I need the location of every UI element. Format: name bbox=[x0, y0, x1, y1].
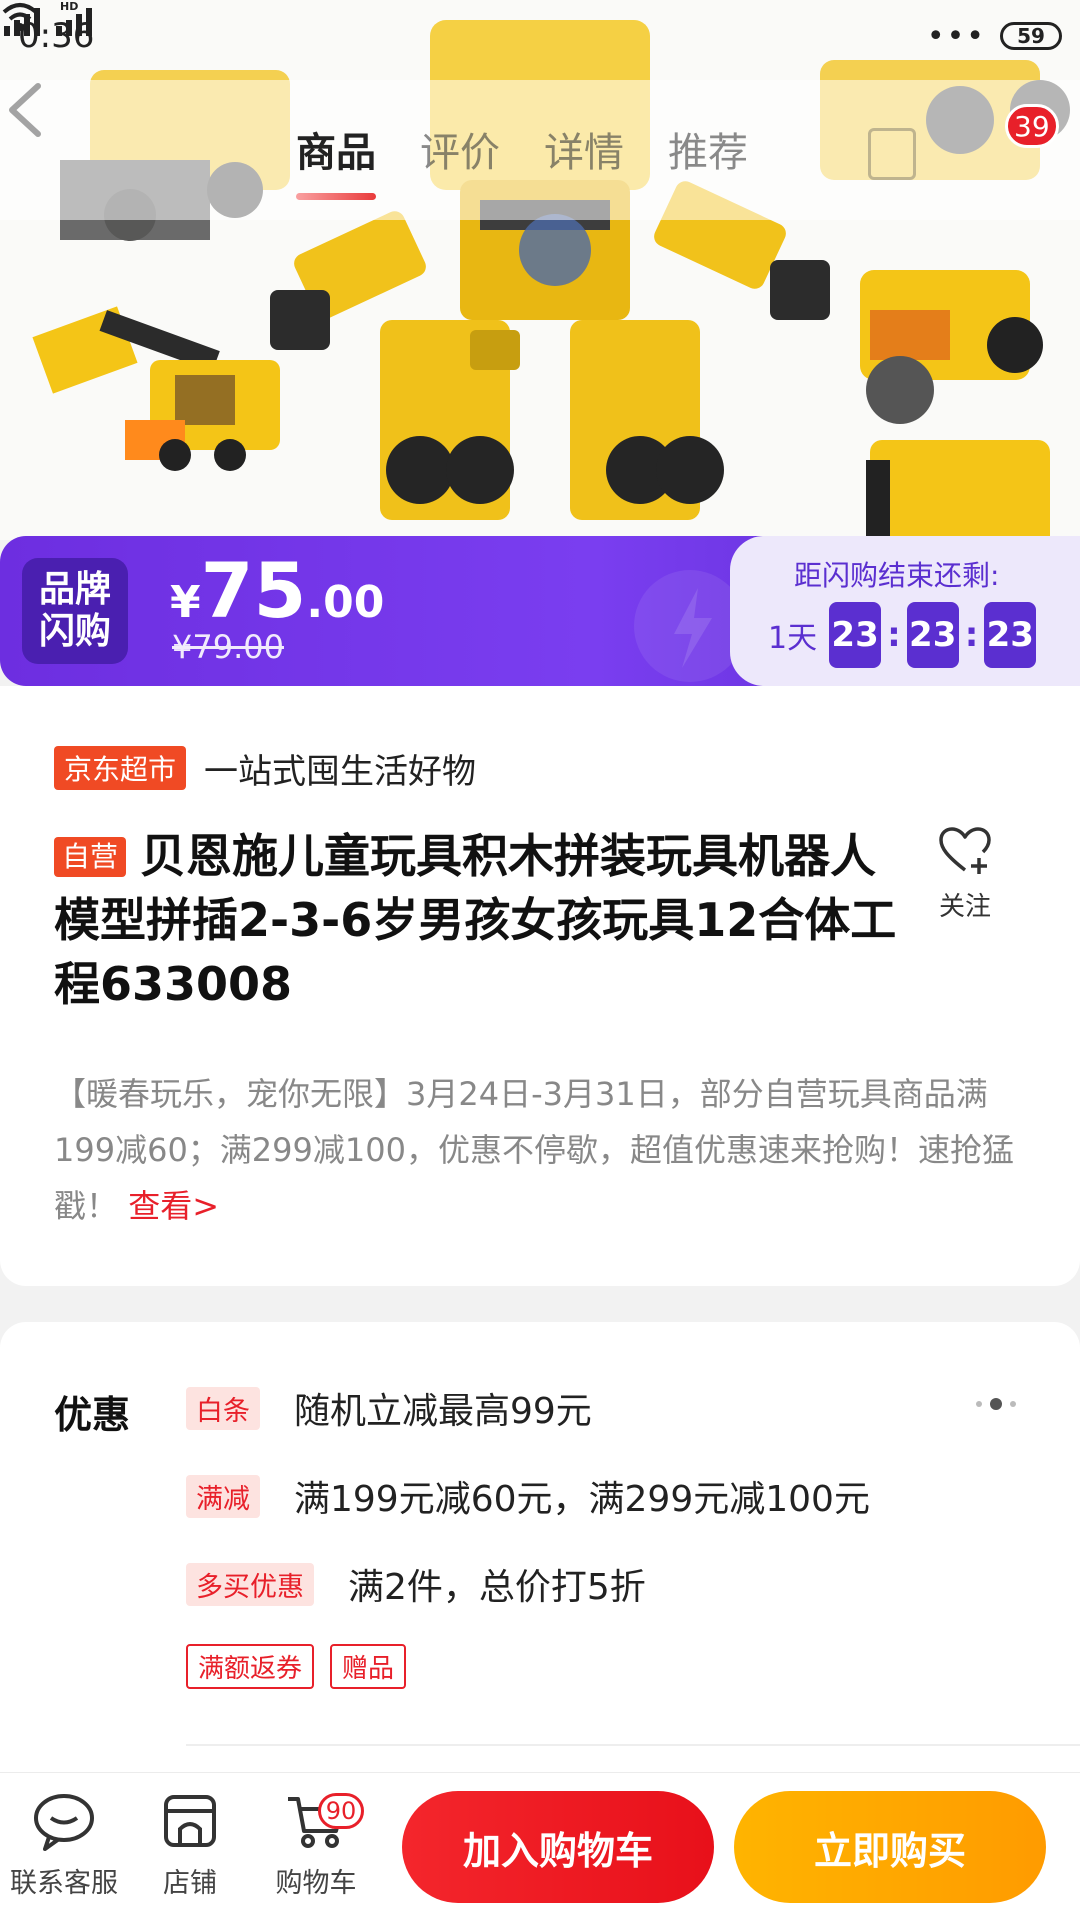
countdown-seconds: 23 bbox=[984, 602, 1037, 668]
more-options-icon[interactable] bbox=[976, 1398, 1016, 1410]
countdown-minutes: 23 bbox=[906, 602, 959, 668]
flash-logo-line1: 品牌 bbox=[38, 569, 111, 610]
product-info-card: 京东超市 一站式囤生活好物 自营 贝恩施儿童玩具积木拼装玩具机器人模型拼插2-3-… bbox=[0, 686, 1080, 1286]
chat-bubble-icon bbox=[34, 1794, 94, 1851]
brand-flash-logo: 品牌 闪购 bbox=[22, 558, 128, 664]
gift-tag: 赠品 bbox=[330, 1644, 407, 1689]
product-title-text: 贝恩施儿童玩具积木拼装玩具机器人模型拼插2-3-6岁男孩女孩玩具12合体工程63… bbox=[54, 829, 897, 1011]
coupon-return-tag: 满额返券 bbox=[186, 1644, 315, 1689]
tab-details[interactable]: 详情 bbox=[544, 120, 624, 178]
divider bbox=[186, 1744, 1080, 1746]
discount-tag: 白条 bbox=[186, 1386, 260, 1430]
discount-tag: 满减 bbox=[186, 1474, 260, 1518]
tab-reviews[interactable]: 评价 bbox=[420, 120, 500, 178]
store-slogan: 一站式囤生活好物 bbox=[204, 752, 476, 792]
discount-row-full-reduction[interactable]: 满减 满199元减60元，满299元减100元 bbox=[186, 1470, 870, 1522]
heart-add-icon bbox=[939, 827, 991, 874]
discount-row-multi-buy[interactable]: 多买优惠 满2件，总价打5折 bbox=[186, 1558, 646, 1610]
discount-title: 优惠 bbox=[54, 1393, 131, 1437]
price-integer: 75 bbox=[200, 546, 307, 635]
store-icon bbox=[164, 1795, 216, 1847]
contact-service-label: 联系客服 bbox=[10, 1868, 118, 1899]
product-image-carousel[interactable]: 0:36 ••• HD 59 bbox=[0, 0, 1080, 540]
bottom-action-bar: 联系客服 店铺 购物车 90 加入购物车 立即购买 bbox=[0, 1772, 1080, 1921]
tab-product[interactable]: 商品 bbox=[296, 120, 376, 200]
top-navigation: 商品 评价 详情 推荐 bbox=[0, 80, 1080, 220]
back-arrow-icon[interactable] bbox=[0, 80, 50, 140]
discount-text: 随机立减最高99元 bbox=[294, 1391, 592, 1432]
battery-indicator: 59 bbox=[1000, 22, 1062, 50]
section-tabs: 商品 评价 详情 推荐 bbox=[296, 120, 748, 200]
store-button[interactable]: 店铺 bbox=[130, 1791, 250, 1900]
contact-service-button[interactable]: 联系客服 bbox=[4, 1791, 124, 1900]
promotion-description: 【暖春玩乐，宠你无限】3月24日-3月31日，部分自营玩具商品满199减60；满… bbox=[54, 1066, 1034, 1234]
jd-supermarket-tag[interactable]: 京东超市 bbox=[54, 746, 187, 790]
status-bar: 0:36 ••• HD 59 bbox=[0, 0, 1080, 72]
countdown-timer: 1天 23 : 23 : 23 bbox=[768, 602, 1037, 668]
product-title: 自营 贝恩施儿童玩具积木拼装玩具机器人模型拼插2-3-6岁男孩女孩玩具12合体工程… bbox=[54, 824, 904, 1016]
follow-label: 关注 bbox=[938, 892, 991, 922]
add-to-cart-button[interactable]: 加入购物车 bbox=[402, 1791, 714, 1903]
current-price: ¥75.00 bbox=[170, 546, 384, 635]
currency-symbol: ¥ bbox=[170, 577, 201, 628]
discount-tag: 多买优惠 bbox=[186, 1562, 314, 1606]
countdown-hours: 23 bbox=[829, 602, 882, 668]
countdown-separator: : bbox=[964, 615, 979, 655]
cart-count-badge[interactable]: 39 bbox=[1005, 104, 1059, 148]
discount-text: 满199元减60元，满299元减100元 bbox=[294, 1479, 870, 1520]
tab-recommend[interactable]: 推荐 bbox=[668, 120, 748, 178]
extra-benefit-tags: 满额返券 赠品 bbox=[186, 1644, 407, 1689]
notification-dots: ••• bbox=[926, 18, 986, 54]
discount-card[interactable]: 优惠 白条 随机立减最高99元 满减 满199元减60元，满299元减100元 … bbox=[0, 1322, 1080, 1802]
promotion-view-link[interactable]: 查看> bbox=[128, 1187, 219, 1225]
hd-label: HD bbox=[60, 0, 78, 13]
status-icons: ••• HD 59 bbox=[2, 0, 1062, 54]
follow-button[interactable]: 关注 bbox=[930, 826, 1000, 923]
cart-count-badge: 90 bbox=[318, 1793, 364, 1829]
wifi-icon bbox=[2, 3, 38, 31]
cart-label: 购物车 bbox=[275, 1868, 357, 1899]
discount-row-baitiao[interactable]: 白条 随机立减最高99元 bbox=[186, 1382, 592, 1434]
countdown-days: 1天 bbox=[768, 621, 818, 656]
discount-text: 满2件，总价打5折 bbox=[348, 1567, 646, 1608]
countdown-separator: : bbox=[887, 615, 901, 655]
self-operated-tag: 自营 bbox=[54, 837, 127, 877]
original-price: ¥79.00 bbox=[172, 628, 284, 666]
flash-logo-line2: 闪购 bbox=[38, 611, 111, 652]
store-label: 店铺 bbox=[163, 1868, 217, 1899]
price-decimal: .00 bbox=[306, 577, 385, 628]
buy-now-button[interactable]: 立即购买 bbox=[734, 1791, 1046, 1903]
share-icon[interactable] bbox=[868, 128, 916, 180]
countdown-label: 距闪购结束还剩: bbox=[794, 559, 1000, 592]
